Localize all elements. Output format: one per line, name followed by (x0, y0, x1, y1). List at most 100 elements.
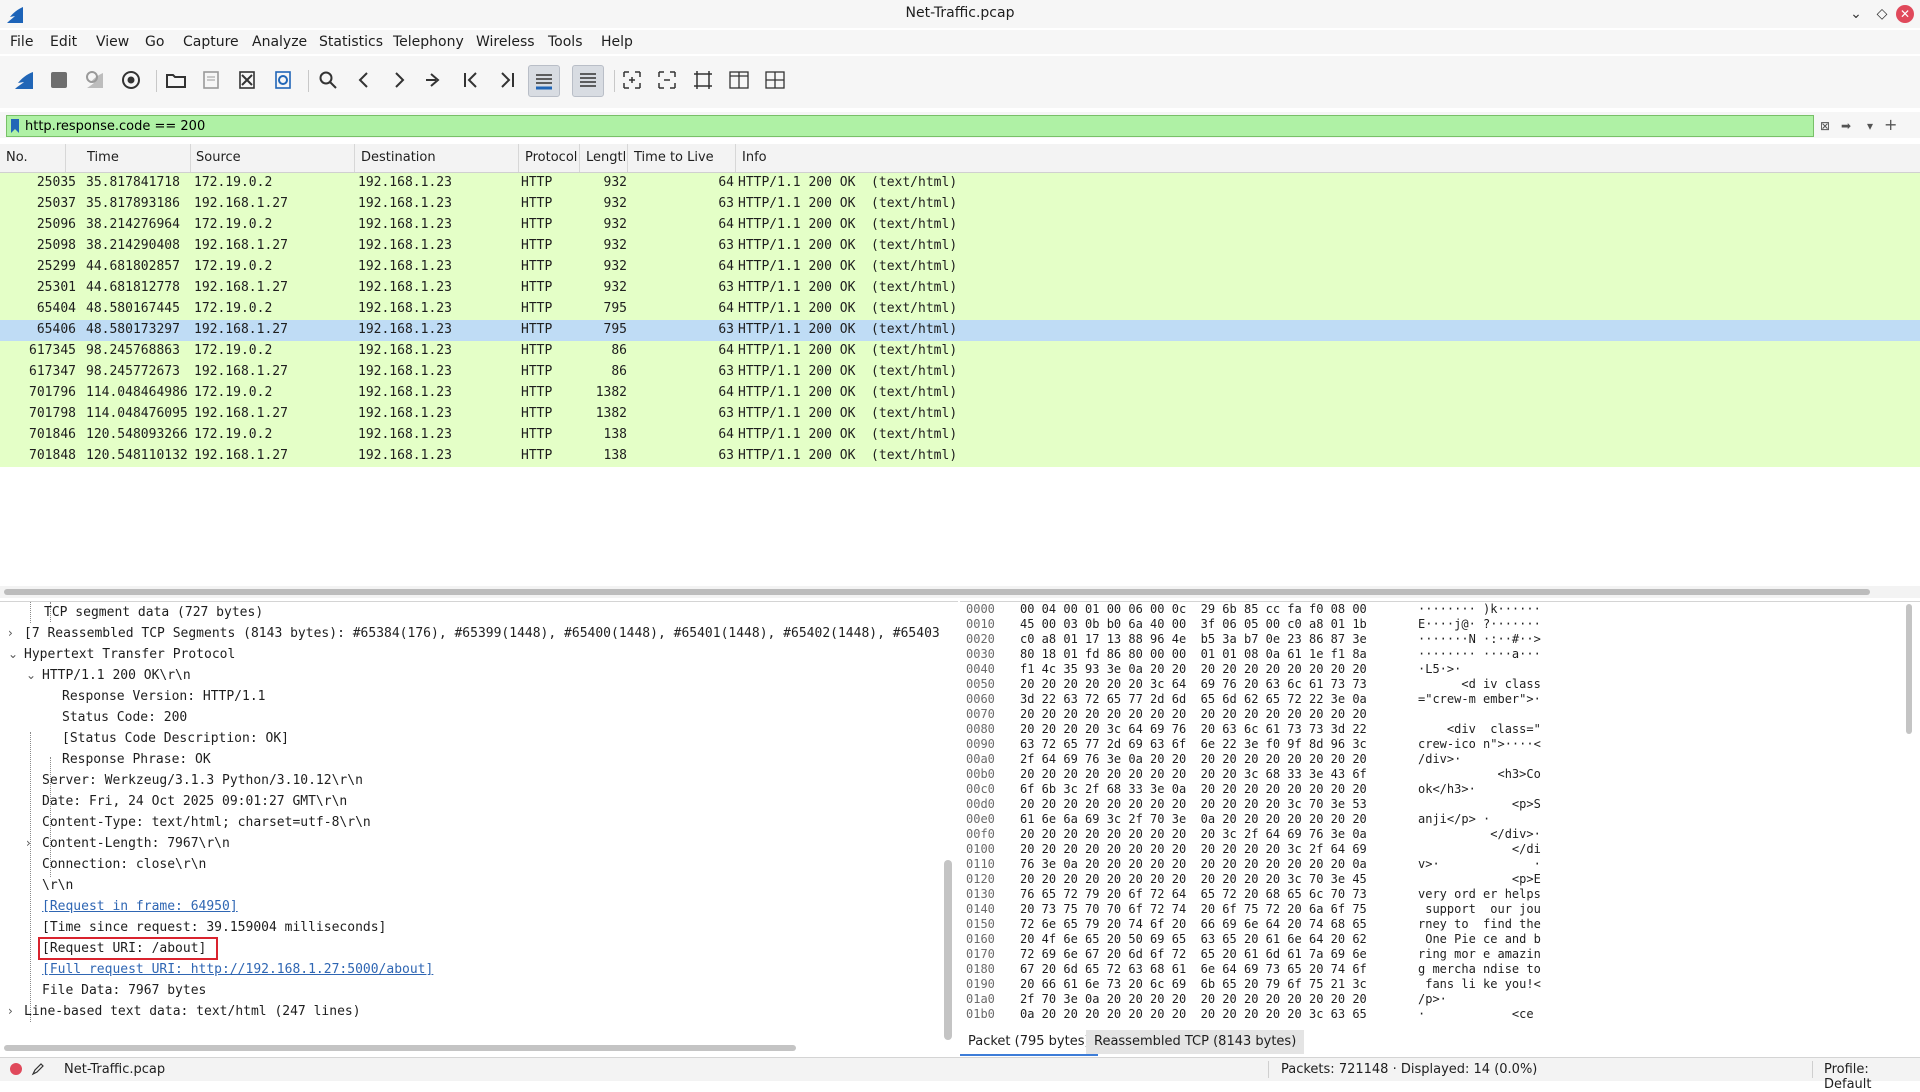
packet-row[interactable]: 617345 98.245768863 172.19.0.2 192.168.1.23… (0, 341, 1920, 362)
column-header-time[interactable]: Time (81, 144, 191, 172)
bytes-row[interactable]: 00a0 2f 64 69 76 3e 0a 20 20 20 20 20 20 … (966, 752, 1866, 767)
packet-row[interactable]: 25037 35.817893186 192.168.1.27 192.168.1.2… (0, 194, 1920, 215)
menu-view[interactable]: View (96, 34, 129, 50)
packet-row[interactable]: 701796 114.048464986 172.19.0.2 192.168.1.2… (0, 383, 1920, 404)
column-header-info[interactable]: Info (736, 144, 1920, 172)
detail-tree-item[interactable]: Content-Type: text/html; charset=utf-8\r… (42, 812, 371, 833)
menu-analyze[interactable]: Analyze (252, 34, 307, 50)
minimize-icon[interactable]: ⌄ (1846, 4, 1866, 24)
tab-packet-bytes[interactable]: Packet (795 bytes) (960, 1030, 1098, 1056)
column-header-destination[interactable]: Destination (355, 144, 519, 172)
apply-filter-icon[interactable]: ➡ (1835, 118, 1857, 134)
bytes-row[interactable]: 0090 63 72 65 77 2d 69 63 6f 6e 22 3e f0 … (966, 737, 1866, 752)
bytes-row[interactable]: 0070 20 20 20 20 20 20 20 20 20 20 20 20 … (966, 707, 1866, 722)
bytes-vscroll[interactable] (1906, 604, 1912, 734)
bytes-row[interactable]: 01b0 0a 20 20 20 20 20 20 20 20 20 20 20 … (966, 1007, 1866, 1022)
menu-capture[interactable]: Capture (183, 34, 239, 50)
go-first-packet-icon[interactable] (456, 65, 486, 95)
packet-row[interactable]: 25301 44.681812778 192.168.1.27 192.168.1.2… (0, 278, 1920, 299)
tree-expanded-icon[interactable]: ⌄ (8, 644, 18, 665)
status-profile[interactable]: Profile: Default (1824, 1062, 1920, 1092)
packet-row[interactable]: 701846 120.548093266 172.19.0.2 192.168.1.2… (0, 425, 1920, 446)
packet-row[interactable]: 25299 44.681802857 172.19.0.2 192.168.1.23 H… (0, 257, 1920, 278)
menu-statistics[interactable]: Statistics (319, 34, 383, 50)
colorize-icon[interactable] (572, 65, 604, 97)
capture-options-icon[interactable] (116, 65, 146, 95)
bytes-row[interactable]: 0010 45 00 03 0b b0 6a 40 00 3f 06 05 00 … (966, 617, 1866, 632)
auto-scroll-icon[interactable] (528, 65, 560, 97)
restart-capture-icon[interactable] (80, 65, 110, 95)
bytes-row[interactable]: 0020 c0 a8 01 17 13 88 96 4e b5 3a b7 0e … (966, 632, 1866, 647)
detail-tree-item[interactable]: TCP segment data (727 bytes) (44, 602, 263, 623)
menu-edit[interactable]: Edit (50, 34, 77, 50)
tree-collapsed-icon[interactable]: › (8, 623, 13, 644)
bytes-row[interactable]: 00b0 20 20 20 20 20 20 20 20 20 20 3c 68 … (966, 767, 1866, 782)
detail-tree-item[interactable]: Status Code: 200 (62, 707, 187, 728)
packet-row[interactable]: 25096 38.214276964 172.19.0.2 192.168.1.23 H… (0, 215, 1920, 236)
bytes-row[interactable]: 00d0 20 20 20 20 20 20 20 20 20 20 20 20 … (966, 797, 1866, 812)
go-forward-icon[interactable] (384, 65, 414, 95)
bytes-row[interactable]: 0040 f1 4c 35 93 3e 0a 20 20 20 20 20 20 … (966, 662, 1866, 677)
display-filter-input[interactable] (25, 117, 1225, 135)
packet-list-hscroll[interactable] (0, 586, 1920, 598)
menu-go[interactable]: Go (145, 34, 164, 50)
menu-wireless[interactable]: Wireless (476, 34, 535, 50)
bytes-row[interactable]: 0100 20 20 20 20 20 20 20 20 20 20 20 20 … (966, 842, 1866, 857)
packet-row[interactable]: 25035 35.817841718 172.19.0.2 192.168.1.23 H… (0, 173, 1920, 194)
maximize-icon[interactable]: ◇ (1872, 4, 1892, 24)
bytes-row[interactable]: 0180 67 20 6d 65 72 63 68 61 6e 64 69 73 … (966, 962, 1866, 977)
detail-tree-item[interactable]: Response Phrase: OK (62, 749, 211, 770)
packet-row[interactable]: 65404 48.580167445 172.19.0.2 192.168.1.23 H… (0, 299, 1920, 320)
bytes-row[interactable]: 0130 76 65 72 79 20 6f 72 64 65 72 20 68 … (966, 887, 1866, 902)
filter-history-dropdown-icon[interactable]: ▾ (1865, 118, 1875, 134)
bytes-row[interactable]: 0110 76 3e 0a 20 20 20 20 20 20 20 20 20 … (966, 857, 1866, 872)
detail-tree-item[interactable]: Line-based text data: text/html (247 lin… (24, 1001, 361, 1022)
bytes-row[interactable]: 0030 80 18 01 fd 86 80 00 00 01 01 08 0a … (966, 647, 1866, 662)
detail-tree-item[interactable]: [7 Reassembled TCP Segments (8143 bytes)… (24, 623, 940, 644)
bytes-row[interactable]: 00f0 20 20 20 20 20 20 20 20 20 3c 2f 64 … (966, 827, 1866, 842)
detail-tree-item[interactable]: Connection: close\r\n (42, 854, 206, 875)
close-icon[interactable]: ✕ (1896, 5, 1914, 23)
bytes-row[interactable]: 0160 20 4f 6e 65 20 50 69 65 63 65 20 61 … (966, 932, 1866, 947)
go-last-packet-icon[interactable] (492, 65, 522, 95)
column-header-length[interactable]: Lengtl (580, 144, 628, 172)
menu-help[interactable]: Help (601, 34, 633, 50)
capture-status-icon[interactable] (9, 1062, 23, 1076)
stop-capture-icon[interactable] (44, 65, 74, 95)
tree-expanded-icon[interactable]: ⌄ (26, 665, 36, 686)
layout-icon[interactable] (760, 65, 790, 95)
tree-collapsed-icon[interactable]: › (8, 1001, 13, 1022)
packet-row[interactable]: 701848 120.548110132 192.168.1.27 192.168.1… (0, 446, 1920, 467)
detail-tree-item[interactable]: HTTP/1.1 200 OK\r\n (42, 665, 191, 686)
go-to-packet-icon[interactable] (420, 65, 450, 95)
detail-tree-item[interactable]: File Data: 7967 bytes (42, 980, 206, 1001)
packet-row[interactable]: 25098 38.214290408 192.168.1.27 192.168.1.2… (0, 236, 1920, 257)
menu-tools[interactable]: Tools (548, 34, 583, 50)
reload-file-icon[interactable] (268, 65, 298, 95)
zoom-in-icon[interactable] (617, 65, 647, 95)
bookmark-icon[interactable] (10, 118, 20, 134)
bytes-row[interactable]: 00c0 6f 6b 3c 2f 68 33 3e 0a 20 20 20 20 … (966, 782, 1866, 797)
menu-telephony[interactable]: Telephony (393, 34, 464, 50)
bytes-row[interactable]: 0170 72 69 6e 67 20 6d 6f 72 65 20 61 6d … (966, 947, 1866, 962)
details-hscroll[interactable] (4, 1045, 796, 1051)
detail-tree-item[interactable]: [Full request URI: http://192.168.1.27:5… (42, 959, 433, 980)
zoom-out-icon[interactable] (652, 65, 682, 95)
edit-comment-icon[interactable] (31, 1062, 45, 1076)
detail-tree-item[interactable]: Content-Length: 7967\r\n (42, 833, 230, 854)
bytes-row[interactable]: 00e0 61 6e 6a 69 3c 2f 70 3e 0a 20 20 20 … (966, 812, 1866, 827)
find-packet-icon[interactable] (313, 65, 343, 95)
detail-tree-item[interactable]: [Time since request: 39.159004 milliseco… (42, 917, 386, 938)
packet-row[interactable]: 701798 114.048476095 192.168.1.27 192.168.1… (0, 404, 1920, 425)
resize-columns-icon[interactable] (724, 65, 754, 95)
menu-file[interactable]: File (10, 34, 33, 50)
go-back-icon[interactable] (349, 65, 379, 95)
tab-reassembled-tcp[interactable]: Reassembled TCP (8143 bytes) (1086, 1030, 1305, 1054)
bytes-row[interactable]: 0120 20 20 20 20 20 20 20 20 20 20 20 20 … (966, 872, 1866, 887)
add-filter-button-icon[interactable]: + (1884, 115, 1897, 134)
detail-tree-item[interactable]: Response Version: HTTP/1.1 (62, 686, 266, 707)
detail-tree-item[interactable]: [Status Code Description: OK] (62, 728, 289, 749)
bytes-row[interactable]: 0190 20 66 61 6e 73 20 6c 69 6b 65 20 79 … (966, 977, 1866, 992)
column-header-source[interactable]: Source (190, 144, 355, 172)
normal-size-icon[interactable] (688, 65, 718, 95)
